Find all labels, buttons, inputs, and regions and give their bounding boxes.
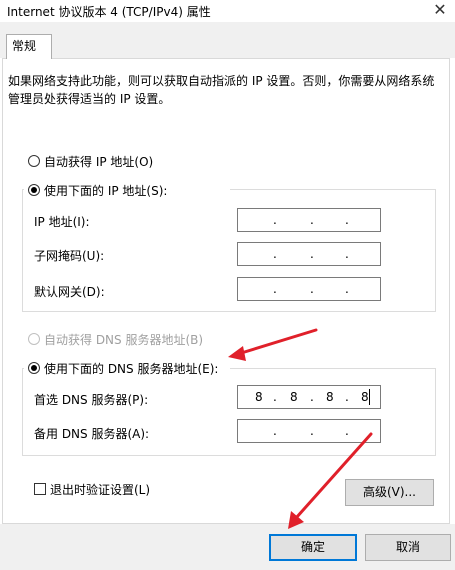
annotation-arrow-line-ok [294,432,373,520]
annotation-arrow-line-dns [236,328,318,356]
annotation-arrowhead-dns [228,346,246,361]
annotation-arrows [228,328,373,529]
